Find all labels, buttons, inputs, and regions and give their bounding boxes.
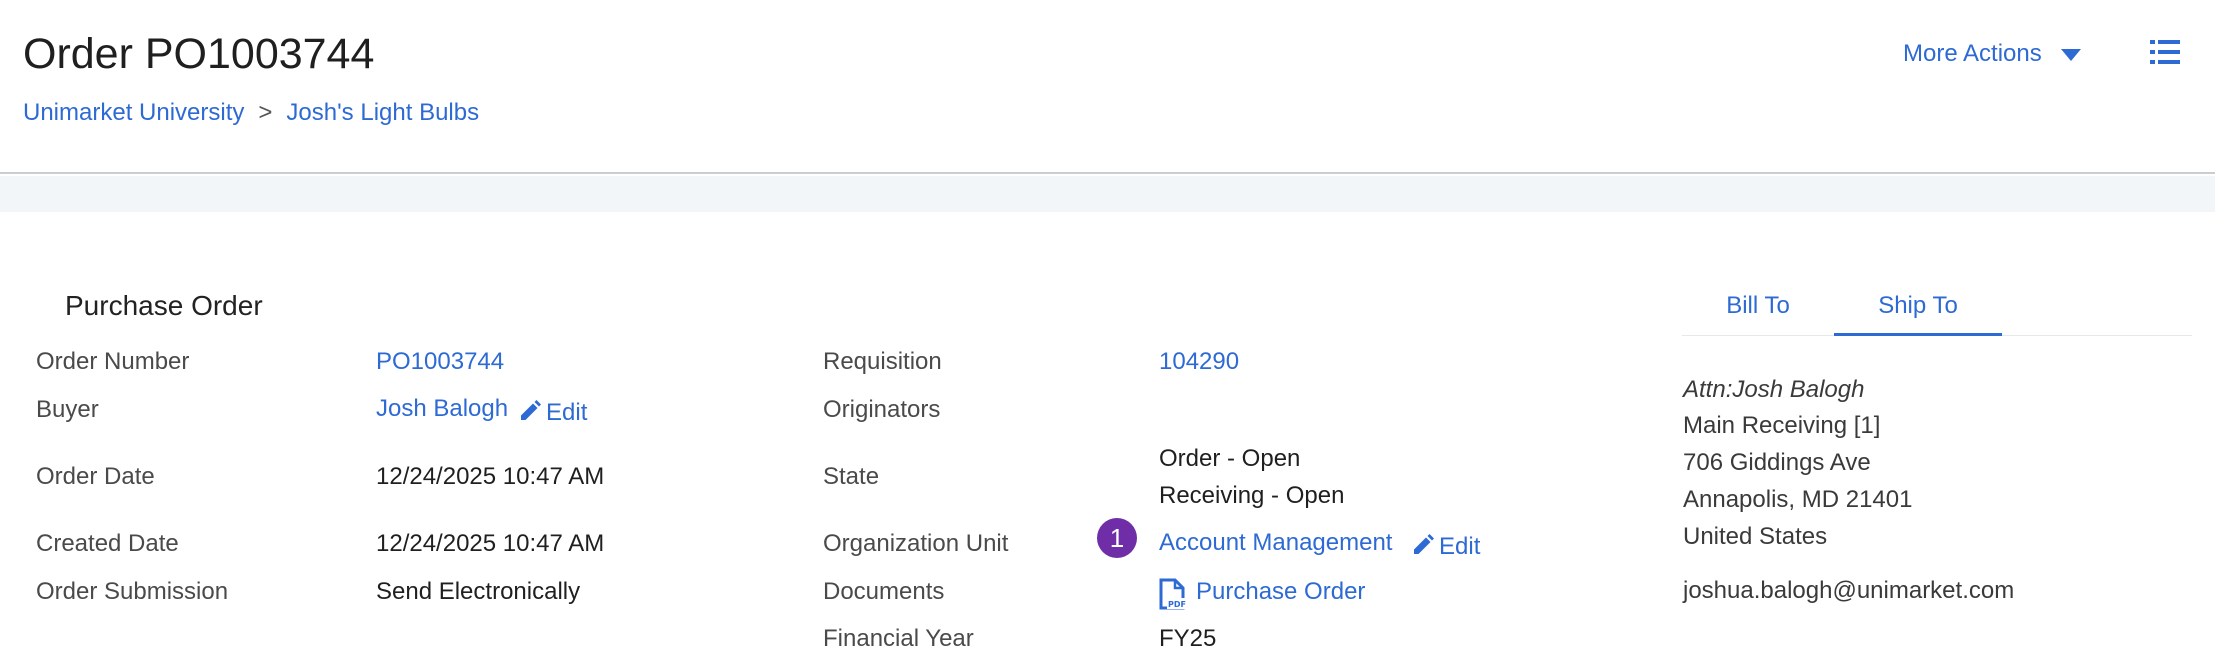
pencil-icon: [1414, 534, 1434, 554]
state-order-value: Order - Open: [1159, 445, 1301, 472]
address-attn: Attn:Josh Balogh: [1683, 376, 1865, 403]
financial-year-value: FY25: [1159, 625, 1217, 652]
breadcrumb: Unimarket University > Josh's Light Bulbs: [23, 99, 479, 127]
address-line-4: United States: [1683, 523, 1828, 550]
buyer-link[interactable]: Josh Balogh: [376, 397, 508, 421]
buyer-edit-button[interactable]: Edit: [518, 399, 587, 425]
breadcrumb-separator: >: [258, 99, 273, 126]
pencil-icon: [521, 400, 541, 420]
list-icon[interactable]: [2150, 38, 2180, 66]
more-actions-label: More Actions: [1903, 40, 2042, 67]
address-line-2: 706 Giddings Ave: [1683, 449, 1871, 476]
tab-ship-to[interactable]: Ship To: [1834, 288, 2002, 336]
breadcrumb-link-university[interactable]: Unimarket University: [23, 99, 244, 126]
purchase-order-document-link[interactable]: Purchase Order: [1196, 580, 1365, 604]
address-tabs: Bill To Ship To: [1682, 288, 2192, 336]
organization-unit-label: Organization Unit: [823, 530, 1009, 557]
created-date-value: 12/24/2025 10:47 AM: [376, 530, 605, 557]
address-line-3: Annapolis, MD 21401: [1683, 486, 1913, 513]
order-number-label: Order Number: [36, 348, 190, 375]
page-title: Order PO1003744: [23, 30, 375, 78]
order-date-label: Order Date: [36, 463, 155, 490]
header-divider-band: [0, 176, 2215, 212]
tab-bill-to[interactable]: Bill To: [1682, 288, 1834, 336]
requisition-link[interactable]: 104290: [1159, 350, 1239, 374]
address-line-1: Main Receiving [1]: [1683, 412, 1881, 439]
pdf-file-icon: PDF: [1159, 578, 1187, 610]
caret-down-icon: [2061, 48, 2082, 61]
documents-label: Documents: [823, 578, 945, 605]
step-badge: 1: [1097, 518, 1137, 558]
created-date-label: Created Date: [36, 530, 179, 557]
order-submission-value: Send Electronically: [376, 578, 581, 605]
buyer-label: Buyer: [36, 396, 99, 423]
more-actions-button[interactable]: More Actions: [1903, 40, 2082, 68]
state-receiving-value: Receiving - Open: [1159, 482, 1345, 509]
state-label: State: [823, 463, 880, 490]
address-email: joshua.balogh@unimarket.com: [1683, 577, 2015, 604]
breadcrumb-link-supplier[interactable]: Josh's Light Bulbs: [286, 99, 479, 126]
organization-unit-link[interactable]: Account Management: [1159, 531, 1392, 555]
section-title: Purchase Order: [65, 290, 263, 321]
originators-label: Originators: [823, 396, 941, 423]
organization-unit-edit-label: Edit: [1439, 533, 1481, 560]
order-number-link[interactable]: PO1003744: [376, 350, 504, 374]
order-date-value: 12/24/2025 10:47 AM: [376, 463, 605, 490]
financial-year-label: Financial Year: [823, 625, 974, 652]
organization-unit-edit-button[interactable]: Edit: [1411, 533, 1480, 559]
page-header: Order PO1003744 Unimarket University > Jos…: [0, 0, 2215, 174]
svg-text:PDF: PDF: [1168, 600, 1186, 609]
order-submission-label: Order Submission: [36, 578, 229, 605]
requisition-label: Requisition: [823, 348, 942, 375]
buyer-edit-label: Edit: [546, 399, 588, 426]
